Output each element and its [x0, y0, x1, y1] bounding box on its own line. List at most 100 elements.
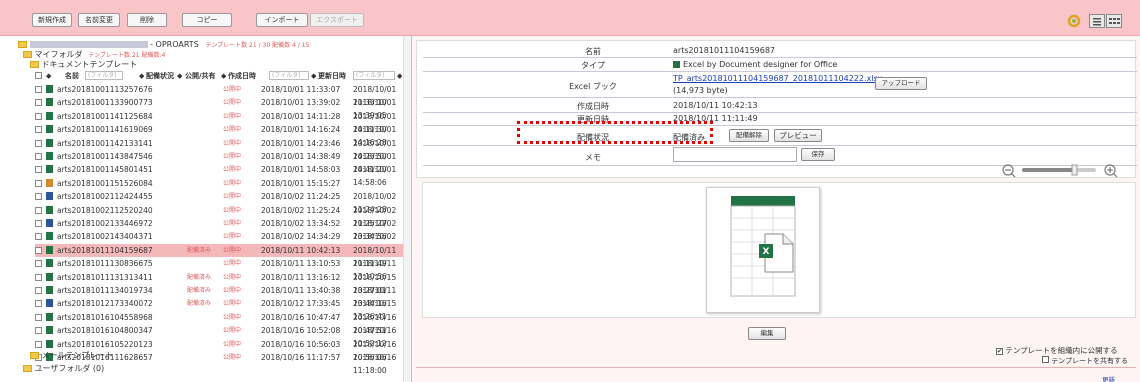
table-row[interactable]: arts20181002112520240 公開中 2018/10/02 11:25…: [35, 204, 403, 228]
row-checkbox[interactable]: [35, 153, 42, 160]
row-status: 配備済み: [187, 273, 212, 281]
export-button[interactable]: エクスポート: [310, 13, 364, 27]
zoom-slider-handle[interactable]: [1071, 164, 1078, 176]
table-row[interactable]: arts20181001142133141 公開中 2018/10/01 14:23…: [35, 137, 403, 161]
new-button[interactable]: 新規作成: [32, 13, 72, 27]
footer-link[interactable]: 更新: [1102, 374, 1115, 382]
row-checkbox[interactable]: [35, 139, 42, 147]
row-checkbox[interactable]: [35, 260, 42, 268]
row-checkbox[interactable]: [35, 313, 42, 321]
row-checkbox[interactable]: [35, 340, 42, 348]
refresh-icon[interactable]: [1066, 14, 1082, 28]
tree-root-label: - OPROARTS: [150, 40, 199, 49]
row-checkbox[interactable]: [35, 220, 42, 227]
table-row[interactable]: arts20181001133900773 公開中 2018/10/01 13:39…: [35, 96, 403, 120]
table-row[interactable]: arts20181001141619069 公開中 2018/10/01 14:16…: [35, 123, 403, 147]
row-created: 2018/10/01 14:16:24: [261, 125, 341, 135]
excel-file-icon: [46, 138, 53, 147]
upload-button[interactable]: アップロード: [875, 77, 927, 90]
tree-user-folder[interactable]: ユーザフォルダ (0): [23, 363, 104, 374]
rename-button[interactable]: 名前変更: [78, 13, 120, 27]
row-checkbox[interactable]: [35, 179, 42, 187]
memo-input[interactable]: [673, 147, 797, 162]
table-row[interactable]: arts20181011104159687 配備済み 公開中 2018/10/11 1…: [35, 243, 403, 268]
updated-filter-input[interactable]: (フィルタ): [353, 71, 395, 80]
row-checkbox[interactable]: [35, 193, 42, 201]
row-checkbox[interactable]: [35, 273, 42, 281]
table-row[interactable]: arts20181011134019734 配備済み 公開中 2018/10/11 1…: [35, 284, 403, 308]
row-checkbox[interactable]: [35, 300, 42, 308]
template-thumbnail[interactable]: X: [706, 187, 820, 313]
row-checkbox[interactable]: [35, 287, 42, 294]
sort-icon[interactable]: ◆: [177, 70, 182, 82]
created-filter-input[interactable]: (フィルタ): [269, 71, 309, 80]
preview-button[interactable]: プレビュー: [774, 129, 822, 142]
row-checkbox[interactable]: [35, 327, 42, 335]
col-status[interactable]: 配備状況: [146, 70, 174, 82]
table-row[interactable]: arts20181016104558968 公開中 2018/10/16 10:47…: [35, 311, 403, 335]
table-row[interactable]: arts20181002133446972 公開中 2018/10/02 13:34…: [35, 217, 403, 241]
sort-icon[interactable]: ◆: [46, 70, 51, 82]
list-view-icon[interactable]: [1089, 14, 1105, 28]
tree-mail-templates[interactable]: メールテンプレート: [30, 350, 113, 361]
table-row[interactable]: arts20181012173340072 配備済み 公開中 2018/10/12 1…: [35, 297, 403, 321]
publish-option[interactable]: ✔ テンプレートを組織内に公開する: [996, 345, 1118, 356]
import-button[interactable]: インポート: [256, 13, 308, 27]
table-row[interactable]: arts20181001143847546 公開中 2018/10/01 14:38…: [35, 150, 403, 174]
table-row[interactable]: arts20181001113257676 公開中 2018/10/01 11:33…: [35, 83, 403, 107]
undeploy-button[interactable]: 配備解除: [729, 129, 769, 142]
sort-icon[interactable]: ◆: [221, 70, 226, 82]
table-row[interactable]: arts20181016104800347 公開中 2018/10/16 10:52…: [35, 324, 403, 348]
panel-splitter[interactable]: [404, 36, 412, 382]
zoom-in-icon[interactable]: [1104, 164, 1118, 178]
share-checkbox[interactable]: [1042, 356, 1049, 363]
book-label: Excel ブック: [569, 82, 617, 91]
row-checkbox[interactable]: [35, 99, 42, 107]
row-share: 公開中: [223, 166, 242, 174]
delete-button[interactable]: 削除: [127, 13, 167, 27]
col-name[interactable]: 名前: [65, 70, 79, 82]
row-share: 公開中: [223, 220, 242, 227]
grid-view-icon[interactable]: [1106, 14, 1122, 28]
col-updated[interactable]: 更新日時: [318, 70, 346, 82]
row-checkbox[interactable]: [35, 233, 42, 241]
table-row[interactable]: arts20181001151526084 公開中 2018/10/01 15:15…: [35, 177, 403, 190]
table-row[interactable]: arts20181011130836675 公開中 2018/10/11 13:10…: [35, 257, 403, 281]
row-created: 2018/10/11 10:42:13: [261, 245, 341, 255]
row-checkbox[interactable]: [35, 126, 42, 134]
deploy-status-label: 配備状況: [577, 133, 609, 142]
word-file-icon: [46, 219, 53, 227]
table-row[interactable]: arts20181001141125684 公開中 2018/10/01 14:11…: [35, 110, 403, 134]
row-share: 公開中: [223, 313, 242, 321]
table-row[interactable]: arts20181001145801451 公開中 2018/10/01 14:58…: [35, 163, 403, 187]
zoom-out-icon[interactable]: [1002, 164, 1016, 178]
sort-icon[interactable]: ◆: [139, 70, 144, 82]
my-folder-counts: テンプレート数:21 配備数:4: [88, 52, 166, 59]
copy-button[interactable]: コピー: [182, 13, 232, 27]
row-checkbox[interactable]: [35, 206, 42, 214]
row-checkbox[interactable]: [35, 86, 42, 93]
table-row[interactable]: arts20181016105220123 公開中 2018/10/16 10:56…: [35, 338, 403, 362]
sort-icon[interactable]: ◆: [397, 70, 402, 82]
row-name: arts20181002112424455: [57, 192, 153, 202]
row-checkbox[interactable]: [35, 246, 42, 254]
row-name: arts20181011104159687: [57, 245, 153, 255]
table-row[interactable]: arts20181002143404371 公開中 2018/10/02 14:34…: [35, 230, 403, 254]
tree-doc-templates[interactable]: ドキュメントテンプレート: [30, 59, 137, 70]
share-option[interactable]: テンプレートを共有する: [1042, 356, 1128, 366]
book-file-link[interactable]: TP_arts20181011104159687_20181011104222.…: [673, 74, 882, 83]
sort-icon[interactable]: ◆: [311, 70, 316, 82]
name-filter-input[interactable]: (フィルタ): [85, 71, 123, 80]
table-row[interactable]: arts20181002112424455 公開中 2018/10/02 11:24…: [35, 190, 403, 214]
edit-button[interactable]: 編集: [748, 327, 786, 340]
publish-checkbox[interactable]: ✔: [996, 348, 1003, 355]
col-share[interactable]: 公開/共有: [185, 70, 216, 82]
excel-file-icon: [46, 85, 53, 93]
save-button[interactable]: 保存: [801, 148, 835, 161]
row-checkbox[interactable]: [35, 166, 42, 174]
col-created[interactable]: 作成日時: [228, 70, 256, 82]
select-all-checkbox[interactable]: [35, 72, 42, 79]
table-row[interactable]: arts20181011131313411 配備済み 公開中 2018/10/11 1…: [35, 271, 403, 295]
row-checkbox[interactable]: [35, 112, 42, 120]
row-share: 公開中: [223, 179, 242, 187]
